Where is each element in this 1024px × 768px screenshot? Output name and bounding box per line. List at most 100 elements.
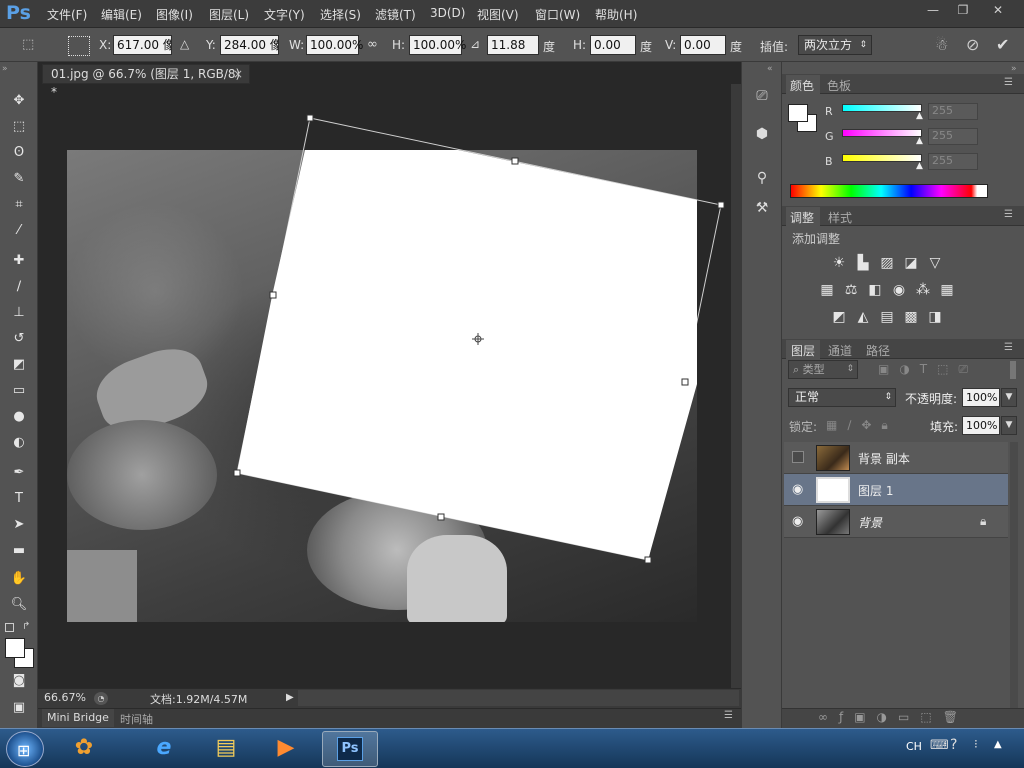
transform-bounding-box[interactable] (38, 84, 741, 688)
swap-colors-icon[interactable]: ↱ (22, 621, 30, 632)
tab-mini-bridge[interactable]: Mini Bridge (42, 709, 114, 727)
layer-row[interactable]: ◉ 图层 1 (784, 474, 1008, 506)
menu-3d[interactable]: 3D(D) (430, 6, 465, 20)
g-slider[interactable] (842, 129, 922, 137)
menu-select[interactable]: 选择(S) (320, 6, 361, 23)
transform-tool-icon[interactable]: ⬚ (22, 37, 44, 55)
interpolation-select[interactable]: 两次立方 ⇕ (798, 35, 872, 55)
transform-handle[interactable] (437, 513, 445, 521)
curves-icon[interactable]: ▨ (876, 253, 898, 273)
vertical-scrollbar[interactable] (731, 84, 741, 688)
menu-type[interactable]: 文字(Y) (264, 6, 305, 23)
zoom-tool-icon[interactable]: 🔍︎ (7, 594, 31, 616)
eraser-tool-icon[interactable]: ◩ (7, 354, 31, 376)
healing-brush-tool-icon[interactable]: ✚ (7, 250, 31, 272)
panel-menu-icon[interactable]: ☰ (1004, 77, 1013, 88)
tab-adjustments[interactable]: 调整 (790, 209, 814, 226)
panel-menu-icon[interactable]: ☰ (1004, 209, 1013, 220)
tab-swatches[interactable]: 色板 (827, 77, 851, 94)
opacity-field[interactable]: 100% (962, 388, 1000, 407)
link-icon[interactable]: ∞ (367, 37, 378, 52)
history-panel-icon[interactable]: ⎚ (752, 88, 772, 108)
threshold-icon[interactable]: ▤ (876, 307, 898, 327)
hue-saturation-icon[interactable]: ▦ (816, 280, 838, 300)
lock-options-icons[interactable]: ▦∕✥🔒︎ (826, 418, 898, 433)
layer-filter-select[interactable]: ⌕ 类型 ⇕ (788, 360, 858, 379)
help-icon[interactable]: ? (950, 737, 957, 753)
foreground-color-box[interactable] (788, 104, 808, 122)
menu-view[interactable]: 视图(V) (477, 6, 519, 23)
lock-icon[interactable]: 🔒︎ (980, 514, 986, 529)
brush-preset-panel-icon[interactable]: ⚲ (752, 170, 772, 190)
quick-select-tool-icon[interactable]: ✎ (7, 168, 31, 190)
invert-icon[interactable]: ◩ (828, 307, 850, 327)
zoom-level[interactable]: 66.67% (44, 691, 86, 704)
color-balance-icon[interactable]: ⚖ (840, 280, 862, 300)
quick-mask-icon[interactable]: ◙ (7, 670, 31, 692)
minimize-button[interactable]: — (918, 1, 948, 19)
move-tool-icon[interactable]: ✥ (7, 90, 31, 112)
r-slider-thumb[interactable]: ▲ (916, 111, 923, 121)
history-brush-tool-icon[interactable]: ↺ (7, 328, 31, 350)
layers-scrollbar[interactable] (1010, 442, 1018, 708)
tab-channels[interactable]: 通道 (828, 342, 852, 359)
media-player-icon[interactable]: ▶ (262, 731, 310, 765)
opacity-dropdown-icon[interactable]: ▼ (1001, 388, 1017, 407)
tab-styles[interactable]: 样式 (828, 209, 852, 226)
fill-field[interactable]: 100% (962, 416, 1000, 435)
horizontal-scrollbar[interactable] (298, 690, 739, 706)
collapse-tools-icon[interactable]: » (2, 64, 8, 74)
lasso-tool-icon[interactable]: ʘ (7, 142, 31, 164)
layer-filter-icons[interactable]: ▣◑T⬚⎚ (878, 362, 978, 377)
g-slider-thumb[interactable]: ▲ (916, 136, 923, 146)
file-explorer-icon[interactable]: ▤ (202, 731, 250, 765)
close-tab-icon[interactable]: × (233, 65, 243, 83)
eye-icon[interactable]: ◉ (792, 514, 803, 529)
y-field[interactable]: 284.00 像素 (220, 35, 279, 55)
collapse-panels-icon[interactable]: » (1011, 64, 1017, 74)
levels-icon[interactable]: ▙ (852, 253, 874, 273)
fill-dropdown-icon[interactable]: ▼ (1001, 416, 1017, 435)
document-tab[interactable]: 01.jpg @ 66.7% (图层 1, RGB/8) * × (42, 64, 250, 99)
transform-handle[interactable] (233, 469, 241, 477)
layer-row[interactable]: 背景 副本 (784, 442, 1008, 474)
restore-button[interactable]: ❐ (948, 1, 978, 19)
g-value-field[interactable]: 255 (928, 128, 978, 145)
panel-menu-icon[interactable]: ☰ (1004, 342, 1013, 353)
selective-color-icon[interactable]: ◨ (924, 307, 946, 327)
layers-footer-icons[interactable]: ∞ƒ▣◑▭⬚🗑︎ (818, 710, 969, 724)
visibility-toggle[interactable] (792, 451, 804, 463)
b-value-field[interactable]: 255 (928, 153, 978, 170)
vskew-field[interactable]: 0.00 (680, 35, 726, 55)
status-menu-icon[interactable]: ◔ (94, 692, 108, 705)
transform-handle[interactable] (681, 378, 689, 386)
type-tool-icon[interactable]: T (7, 488, 31, 510)
layer-row[interactable]: ◉ 背景 🔒︎ (784, 506, 1008, 538)
tab-layers[interactable]: 图层 (791, 342, 815, 359)
commit-transform-icon[interactable]: ✔ (996, 35, 1009, 54)
language-indicator[interactable]: CH (906, 740, 922, 753)
r-value-field[interactable]: 255 (928, 103, 978, 120)
dodge-tool-icon[interactable]: ◐ (7, 432, 31, 454)
crop-tool-icon[interactable]: ⌗ (7, 194, 31, 216)
exposure-icon[interactable]: ◪ (900, 253, 922, 273)
w-field[interactable]: 100.00% (306, 35, 363, 55)
photo-filter-icon[interactable]: ◉ (888, 280, 910, 300)
b-slider-thumb[interactable]: ▲ (916, 161, 923, 171)
gradient-map-icon[interactable]: ▩ (900, 307, 922, 327)
angle-field[interactable]: 11.88 (487, 35, 539, 55)
delta-icon[interactable]: △ (180, 37, 189, 51)
close-button[interactable]: ✕ (980, 1, 1016, 19)
screen-mode-icon[interactable]: ▣ (7, 697, 31, 719)
foreground-color-swatch[interactable] (5, 638, 25, 658)
internet-explorer-icon[interactable]: e (140, 731, 188, 765)
h-field[interactable]: 100.00% (409, 35, 466, 55)
color-lookup-icon[interactable]: ▦ (936, 280, 958, 300)
tab-timeline[interactable]: 时间轴 (120, 711, 153, 727)
warp-icon[interactable]: ☃ (935, 36, 948, 54)
reference-point-icon[interactable] (68, 36, 90, 56)
3d-panel-icon[interactable]: ⬢ (752, 126, 772, 146)
path-select-tool-icon[interactable]: ➤ (7, 514, 31, 536)
menu-window[interactable]: 窗口(W) (535, 6, 580, 23)
channel-mixer-icon[interactable]: ⁂ (912, 280, 934, 300)
